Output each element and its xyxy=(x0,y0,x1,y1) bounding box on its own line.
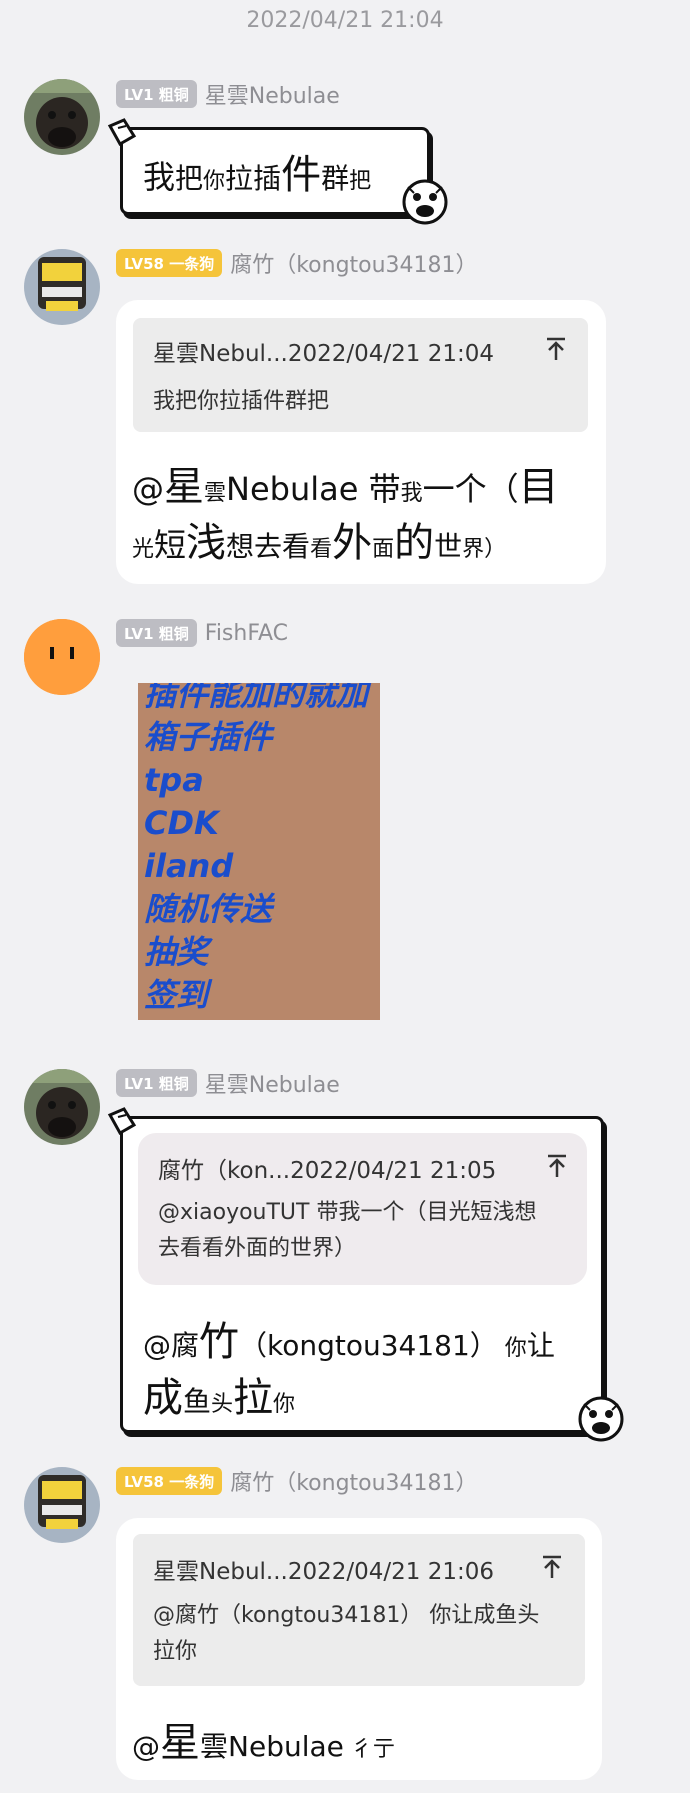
message-text-line1: @星雲Nebulae 带我一个（目 xyxy=(132,464,559,510)
jump-to-top-icon[interactable] xyxy=(543,336,569,362)
message-bubble[interactable]: 腐竹（kon...2022/04/21 21:05 @xiaoyouTUT 带我… xyxy=(120,1116,604,1433)
message-header: LV58 一条狗 腐竹（kongtou34181） xyxy=(116,1466,478,1496)
quote-sender-time: 腐竹（kon...2022/04/21 21:05 xyxy=(158,1158,497,1184)
sender-name[interactable]: FishFAC xyxy=(205,621,288,646)
image-text-block: 插件能加的就加 箱子插件 tpa CDK iland 随机传送 抽奖 签到 xyxy=(138,683,380,1017)
message-header: LV1 粗铜 星雲Nebulae xyxy=(116,1068,340,1098)
quote-sender-time: 星雲Nebul...2022/04/21 21:06 xyxy=(153,1559,495,1585)
sender-name[interactable]: 星雲Nebulae xyxy=(205,1067,340,1099)
chat-page: 2022/04/21 21:04 LV1 粗铜 星雲Nebulae 我把你拉插件… xyxy=(0,0,690,1793)
message-bubble[interactable]: 星雲Nebul...2022/04/21 21:04 我把你拉插件群把 @星雲N… xyxy=(116,300,606,584)
sender-name[interactable]: 星雲Nebulae xyxy=(205,78,340,110)
chat-timestamp: 2022/04/21 21:04 xyxy=(246,8,444,33)
level-badge: LV58 一条狗 xyxy=(116,1467,223,1495)
quote-text-line1: @xiaoyouTUT 带我一个（目光短浅想 xyxy=(158,1200,537,1225)
avatar-fuzhu[interactable] xyxy=(24,249,100,325)
speech-bubble-ear-icon xyxy=(107,118,137,147)
message-text-line2: 光短浅想去看看外面的世界） xyxy=(132,520,507,566)
message-header: LV1 粗铜 FishFAC xyxy=(116,618,288,648)
quote-text-line2: 拉你 xyxy=(153,1639,198,1664)
image-line: CDK xyxy=(144,804,219,842)
image-line: iland xyxy=(144,847,234,885)
image-line: tpa xyxy=(144,761,204,799)
jump-to-top-icon[interactable] xyxy=(544,1153,570,1179)
message-header: LV58 一条狗 腐竹（kongtou34181） xyxy=(116,248,478,278)
quoted-message[interactable]: 星雲Nebul...2022/04/21 21:06 @腐竹（kongtou34… xyxy=(133,1534,585,1686)
message-bubble[interactable]: 星雲Nebul...2022/04/21 21:06 @腐竹（kongtou34… xyxy=(116,1518,602,1780)
message-text: 我把你拉插件群把 xyxy=(143,152,372,198)
jump-to-top-icon[interactable] xyxy=(539,1554,565,1580)
quote-text: 我把你拉插件群把 xyxy=(153,389,330,414)
level-badge: LV58 一条狗 xyxy=(116,249,223,277)
message-header: LV1 粗铜 星雲Nebulae xyxy=(116,79,340,109)
speech-bubble-ear-icon xyxy=(107,1107,137,1136)
image-line: 抽奖 xyxy=(144,933,209,971)
avatar-nebulae[interactable] xyxy=(24,1069,100,1145)
message-text-line1: @腐竹（kongtou34181） 你让 xyxy=(143,1319,555,1365)
image-message[interactable]: 插件能加的就加 箱子插件 tpa CDK iland 随机传送 抽奖 签到 xyxy=(138,683,380,1020)
quote-sender-time: 星雲Nebul...2022/04/21 21:04 xyxy=(153,341,495,367)
image-line: 插件能加的就加 xyxy=(144,683,369,713)
image-line: 签到 xyxy=(144,976,209,1014)
level-badge: LV1 粗铜 xyxy=(116,80,197,108)
avatar-fishfac[interactable] xyxy=(24,619,100,695)
message-text-line1: @星雲Nebulae 彳亍 xyxy=(132,1720,395,1766)
level-badge: LV1 粗铜 xyxy=(116,1069,197,1097)
rage-face-icon xyxy=(578,1396,624,1442)
image-line: 随机传送 xyxy=(144,890,273,928)
sender-name[interactable]: 腐竹（kongtou34181） xyxy=(230,247,477,279)
quote-text-line2: 去看看外面的世界） xyxy=(158,1236,357,1261)
level-badge: LV1 粗铜 xyxy=(116,619,197,647)
quoted-message[interactable]: 腐竹（kon...2022/04/21 21:05 @xiaoyouTUT 带我… xyxy=(138,1133,587,1285)
quote-text-line1: @腐竹（kongtou34181） 你让成鱼头 xyxy=(153,1603,540,1628)
avatar-fuzhu[interactable] xyxy=(24,1467,100,1543)
quoted-message[interactable]: 星雲Nebul...2022/04/21 21:04 我把你拉插件群把 xyxy=(133,318,588,432)
message-bubble[interactable]: 我把你拉插件群把 xyxy=(120,127,430,215)
image-line: 箱子插件 xyxy=(144,718,273,756)
sender-name[interactable]: 腐竹（kongtou34181） xyxy=(230,1465,477,1497)
rage-face-icon xyxy=(402,179,448,225)
message-text-line2: 成鱼头拉你 xyxy=(143,1375,296,1421)
avatar-nebulae[interactable] xyxy=(24,79,100,155)
